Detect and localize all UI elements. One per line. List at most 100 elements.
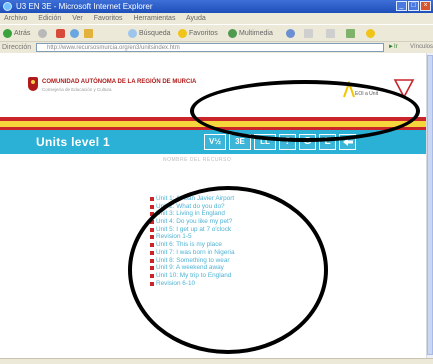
stop-icon [56,28,65,38]
bullet-icon [150,266,154,271]
edit-button[interactable] [346,28,357,39]
search-button[interactable]: Búsqueda [128,28,171,39]
messenger-button[interactable] [366,28,377,39]
address-bar: Dirección http://www.recursosmurcia.org/… [0,41,433,53]
triangle-logo-icon [393,79,415,99]
links-button[interactable]: Vínculos [410,43,433,52]
menu-item-ayuda[interactable]: Ayuda [186,15,206,22]
vocabulary-button[interactable]: V½ [204,134,226,150]
status-bar [0,358,433,364]
unit-link-5[interactable]: Unit 5: I get up at 7 o'clock [150,226,235,234]
unit-link-label: Unit 2: What do you do? [156,202,225,210]
menu-item-archivo[interactable]: Archivo [4,15,27,22]
edit-icon [346,28,355,38]
bullet-icon [150,235,154,240]
forward-arrow-icon [38,28,47,38]
menu-item-ver[interactable]: Ver [72,15,83,22]
unit-list: Unit 1: At San Javier Airport Unit 2: Wh… [150,195,235,287]
multimedia-button[interactable]: Multimedia [228,28,273,39]
menu-item-favoritos[interactable]: Favoritos [94,15,123,22]
unit-link-label: Revision 6-10 [156,279,196,287]
window-titlebar: U3 EN 3E - Microsoft Internet Explorer _… [0,0,433,13]
nav-icon-group: V½ 3E LL ? G L [204,134,356,150]
history-button[interactable] [286,28,297,39]
bullet-icon [150,273,154,278]
help-button[interactable]: ? [279,134,296,150]
eoi-logo-icon [343,81,355,98]
bullet-icon [150,243,154,248]
unit-link-label: Unit 6: This is my place [156,241,222,249]
internet-zone-icon [373,359,413,364]
back-button[interactable]: Atrás [3,28,30,39]
region-crest-icon [28,77,38,91]
unit-link-label: Unit 8: Something to wear [156,256,230,264]
bullet-icon [150,212,154,217]
minimize-button[interactable]: _ [396,1,407,11]
back-arrow-icon [3,28,12,38]
bullet-icon [150,250,154,255]
logo-text: EOI a Unit [355,91,379,97]
unit-link-4[interactable]: Unit 4: Do you like my pet? [150,218,235,226]
page-header: COMUNIDAD AUTÓNOMA DE LA REGIÓN DE MURCI… [24,63,426,117]
address-field[interactable]: http://www.recursosmurcia.org/en3/unitsi… [36,43,384,52]
vertical-scrollbar[interactable] [426,53,433,358]
go-label: Ir [393,44,398,50]
history-icon [286,28,295,38]
page-viewport: COMUNIDAD AUTÓNOMA DE LA REGIÓN DE MURCI… [0,53,426,358]
units-nav-bar: Units level 1 V½ 3E LL ? G L [0,130,426,154]
unit-link-8[interactable]: Unit 8: Something to wear [150,257,235,265]
multimedia-label: Multimedia [239,30,273,37]
unit-link-7[interactable]: Unit 7: I was born in Nigeria [150,249,235,257]
back-arrow-button[interactable] [339,134,356,150]
print-button[interactable] [326,28,337,39]
go-button[interactable]: ►Ir [388,43,406,52]
close-button[interactable]: × [420,1,431,11]
back-arrow-icon [342,138,353,146]
bullet-icon [150,258,154,263]
unit-link-label: Unit 3: Living in England [156,210,225,218]
grammar-button[interactable]: G [299,134,316,150]
menu-bar: Archivo Edición Ver Favoritos Herramient… [0,13,433,24]
address-url: http://www.recursosmurcia.org/en3/unitsi… [47,45,180,51]
mail-button[interactable] [304,28,315,39]
internet-explorer-icon [3,2,12,11]
search-label: Búsqueda [139,30,171,37]
revision-link-1-5[interactable]: Revision 1-5 [150,233,235,241]
unit-link-1[interactable]: Unit 1: At San Javier Airport [150,195,235,203]
refresh-button[interactable] [70,28,81,39]
browser-toolbar: Atrás Búsqueda Favoritos Multimedia [0,24,433,41]
refresh-icon [70,28,79,38]
unit-link-label: Revision 1-5 [156,233,192,241]
level-3e-button[interactable]: 3E [229,134,251,150]
menu-item-edicion[interactable]: Edición [38,15,61,22]
unit-link-2[interactable]: Unit 2: What do you do? [150,203,235,211]
bullet-icon [150,197,154,201]
home-icon [84,28,93,38]
home-button[interactable] [84,28,95,39]
favorites-button[interactable]: Favoritos [178,28,218,39]
scrollbar-thumb[interactable] [427,55,433,355]
messenger-icon [366,28,375,38]
back-label: Atrás [14,30,31,37]
unit-link-6[interactable]: Unit 6: This is my place [150,241,235,249]
window-controls: _ □ × [396,1,431,11]
resource-caption: NOMBRE DEL RECURSO [163,157,232,163]
unit-link-label: Unit 10: My trip to England [156,271,232,279]
forward-button[interactable] [38,28,49,39]
lessons-button[interactable]: L [319,134,336,150]
favorites-star-icon [178,28,187,38]
unit-link-9[interactable]: Unit 9: A weekend away [150,264,235,272]
maximize-button[interactable]: □ [408,1,419,11]
listening-button[interactable]: LL [254,134,276,150]
stop-button[interactable] [56,28,67,39]
menu-item-herramientas[interactable]: Herramientas [133,15,175,22]
multimedia-icon [228,28,237,38]
unit-link-3[interactable]: Unit 3: Living in England [150,210,235,218]
region-subtitle: Consejería de Educación y Cultura [42,87,112,92]
unit-link-label: Unit 7: I was born in Nigeria [156,248,235,256]
search-icon [128,28,137,38]
bullet-icon [150,204,154,209]
revision-link-6-10[interactable]: Revision 6-10 [150,280,235,288]
unit-link-10[interactable]: Unit 10: My trip to England [150,272,235,280]
bullet-icon [150,220,154,225]
